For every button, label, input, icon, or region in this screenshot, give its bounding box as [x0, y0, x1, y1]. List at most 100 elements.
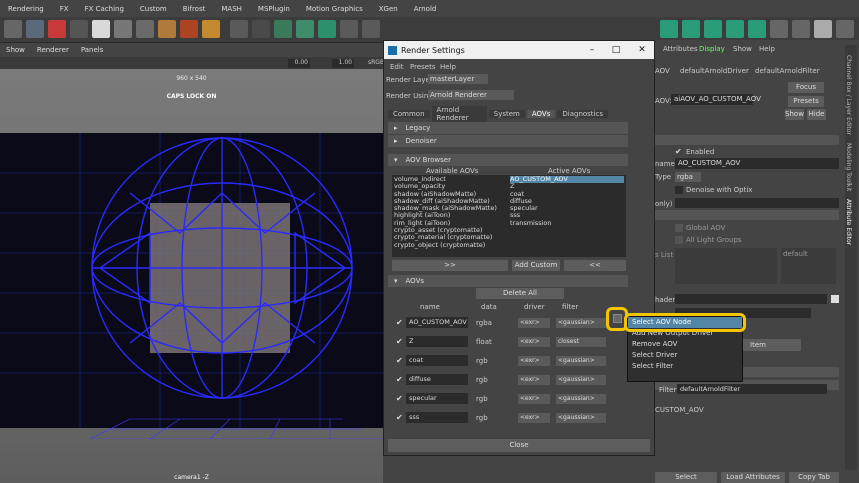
row-driver-dropdown[interactable]: <exr>	[518, 394, 550, 404]
close-button[interactable]: Close	[388, 439, 650, 452]
menu-rendering[interactable]: Rendering	[0, 5, 52, 13]
shelf-icon[interactable]	[770, 20, 788, 38]
menu-item-select-filter[interactable]: Select Filter	[628, 361, 742, 372]
shelf-icon[interactable]	[726, 20, 744, 38]
tab-system[interactable]: System	[488, 109, 525, 118]
shelf-icon[interactable]	[318, 20, 336, 38]
filter-field[interactable]: defaultArnoldFilter	[677, 384, 827, 394]
row-name-field[interactable]: Z	[406, 336, 468, 347]
node-tab-filter[interactable]: defaultArnoldFilter	[755, 67, 820, 75]
active-aovs-list[interactable]: AO_CUSTOM_AOV Z coat diffuse specular ss…	[508, 175, 626, 257]
row-filter-dropdown[interactable]: <gaussian>	[556, 375, 606, 385]
row-name-field[interactable]: specular	[406, 393, 468, 404]
ae-tab-show[interactable]: Show	[733, 45, 752, 53]
all-light-groups-checkbox[interactable]	[675, 236, 683, 244]
shelf-icon[interactable]	[814, 20, 832, 38]
shelf-icon[interactable]	[792, 20, 810, 38]
light-group-list[interactable]	[675, 248, 777, 284]
node-tab-aov[interactable]: AOV	[655, 67, 670, 75]
menu-custom[interactable]: Custom	[132, 5, 175, 13]
shelf-icon[interactable]	[202, 20, 220, 38]
shelf-icon[interactable]	[230, 20, 248, 38]
row-filter-dropdown[interactable]: <gaussian>	[556, 394, 606, 404]
tab-aovs[interactable]: AOVs	[526, 109, 556, 118]
select-button[interactable]: Select	[655, 472, 717, 483]
aov-node-field[interactable]: aiAOV_AO_CUSTOM_AOV	[671, 94, 761, 105]
shelf-icon[interactable]	[158, 20, 176, 38]
denoise-checkbox[interactable]	[675, 186, 683, 194]
copy-tab-button[interactable]: Copy Tab	[789, 472, 839, 483]
list-item[interactable]: transmission	[510, 219, 624, 227]
panel-menu-show[interactable]: Show	[0, 46, 31, 54]
menu-item-remove-aov[interactable]: Remove AOV	[628, 339, 742, 350]
row-driver-dropdown[interactable]: <exr>	[518, 356, 550, 366]
panel-menu-renderer[interactable]: Renderer	[31, 46, 75, 54]
color-space-label[interactable]: sRGB	[368, 59, 384, 66]
shelf-icon[interactable]	[70, 20, 88, 38]
enabled-checkbox[interactable]: ✔	[675, 148, 683, 156]
tab-common[interactable]: Common	[388, 109, 430, 118]
menu-fx-caching[interactable]: FX Caching	[77, 5, 132, 13]
row-enabled-checkbox[interactable]: ✔	[396, 319, 404, 327]
delete-all-button[interactable]: Delete All	[476, 288, 564, 299]
menu-item-select-driver[interactable]: Select Driver	[628, 350, 742, 361]
list-item[interactable]: AO_CUSTOM_AOV	[510, 175, 624, 184]
type-dropdown[interactable]: rgba	[675, 172, 701, 182]
ae-tab-help[interactable]: Help	[759, 45, 775, 53]
panel-menu-panels[interactable]: Panels	[75, 46, 110, 54]
shelf-icon[interactable]	[296, 20, 314, 38]
shelf-icon[interactable]	[748, 20, 766, 38]
row-driver-dropdown[interactable]: <exr>	[518, 337, 550, 347]
add-aov-button[interactable]: >>	[392, 260, 508, 271]
menu-bifrost[interactable]: Bifrost	[175, 5, 214, 13]
win-menu-help[interactable]: Help	[440, 63, 456, 71]
shelf-icon[interactable]	[26, 20, 44, 38]
row-name-field[interactable]: AO_CUSTOM_AOV	[406, 317, 468, 328]
viewport[interactable]: 960 x 540 CAPS LOCK ON camera1 -Z	[0, 69, 383, 483]
menu-xgen[interactable]: XGen	[371, 5, 406, 13]
window-titlebar[interactable]: Render Settings – □ ✕	[384, 41, 654, 59]
row-enabled-checkbox[interactable]: ✔	[396, 338, 404, 346]
presets-button[interactable]: Presets	[788, 96, 824, 107]
shelf-icon[interactable]	[274, 20, 292, 38]
row-enabled-checkbox[interactable]: ✔	[396, 376, 404, 384]
add-custom-button[interactable]: Add Custom	[512, 260, 560, 271]
name-field[interactable]: AO_CUSTOM_AOV	[675, 158, 839, 169]
node-tab-driver[interactable]: defaultArnoldDriver	[680, 67, 749, 75]
hide-button[interactable]: Hide	[807, 109, 826, 120]
list-item[interactable]: crypto_object (cryptomatte)	[394, 241, 506, 249]
zoom-field-b[interactable]: 1.00	[332, 59, 354, 68]
default-list[interactable]: default	[781, 248, 836, 284]
row-filter-dropdown[interactable]: <gaussian>	[556, 356, 606, 366]
menu-fx[interactable]: FX	[52, 5, 77, 13]
maximize-icon[interactable]: □	[604, 41, 628, 59]
menu-motion-graphics[interactable]: Motion Graphics	[298, 5, 371, 13]
row-filter-dropdown[interactable]: <gaussian>	[556, 413, 606, 423]
shelf-icon[interactable]	[252, 20, 270, 38]
row-enabled-checkbox[interactable]: ✔	[396, 395, 404, 403]
remove-aov-button[interactable]: <<	[564, 260, 626, 271]
show-button[interactable]: Show	[785, 109, 804, 120]
shelf-icon[interactable]	[92, 20, 110, 38]
available-aovs-list[interactable]: volume_indirect volume_opacity shadow (a…	[392, 175, 508, 257]
row-filter-dropdown[interactable]: <gaussian>	[556, 318, 606, 328]
shelf-icon[interactable]	[180, 20, 198, 38]
aovs-section[interactable]: ▾ AOVs	[388, 275, 628, 287]
minimize-icon[interactable]: –	[580, 41, 604, 59]
shelf-icon[interactable]	[704, 20, 722, 38]
row-enabled-checkbox[interactable]: ✔	[396, 357, 404, 365]
zoom-field-a[interactable]: 0.00	[288, 59, 310, 68]
row-name-field[interactable]: diffuse	[406, 374, 468, 385]
global-aov-checkbox[interactable]	[675, 224, 683, 232]
row-driver-dropdown[interactable]: <exr>	[518, 318, 550, 328]
render-layer-dropdown[interactable]: masterLayer	[428, 74, 488, 84]
focus-button[interactable]: Focus	[788, 82, 824, 93]
win-menu-edit[interactable]: Edit	[390, 63, 404, 71]
shader-field[interactable]	[675, 294, 827, 304]
side-tab-modeling-toolkit[interactable]: Modeling Toolkit	[845, 143, 852, 191]
render-using-dropdown[interactable]: Arnold Renderer	[428, 90, 514, 100]
aov-options-button[interactable]	[613, 314, 622, 323]
shelf-icon[interactable]	[136, 20, 154, 38]
shelf-icon[interactable]	[660, 20, 678, 38]
row-name-field[interactable]: sss	[406, 412, 468, 423]
